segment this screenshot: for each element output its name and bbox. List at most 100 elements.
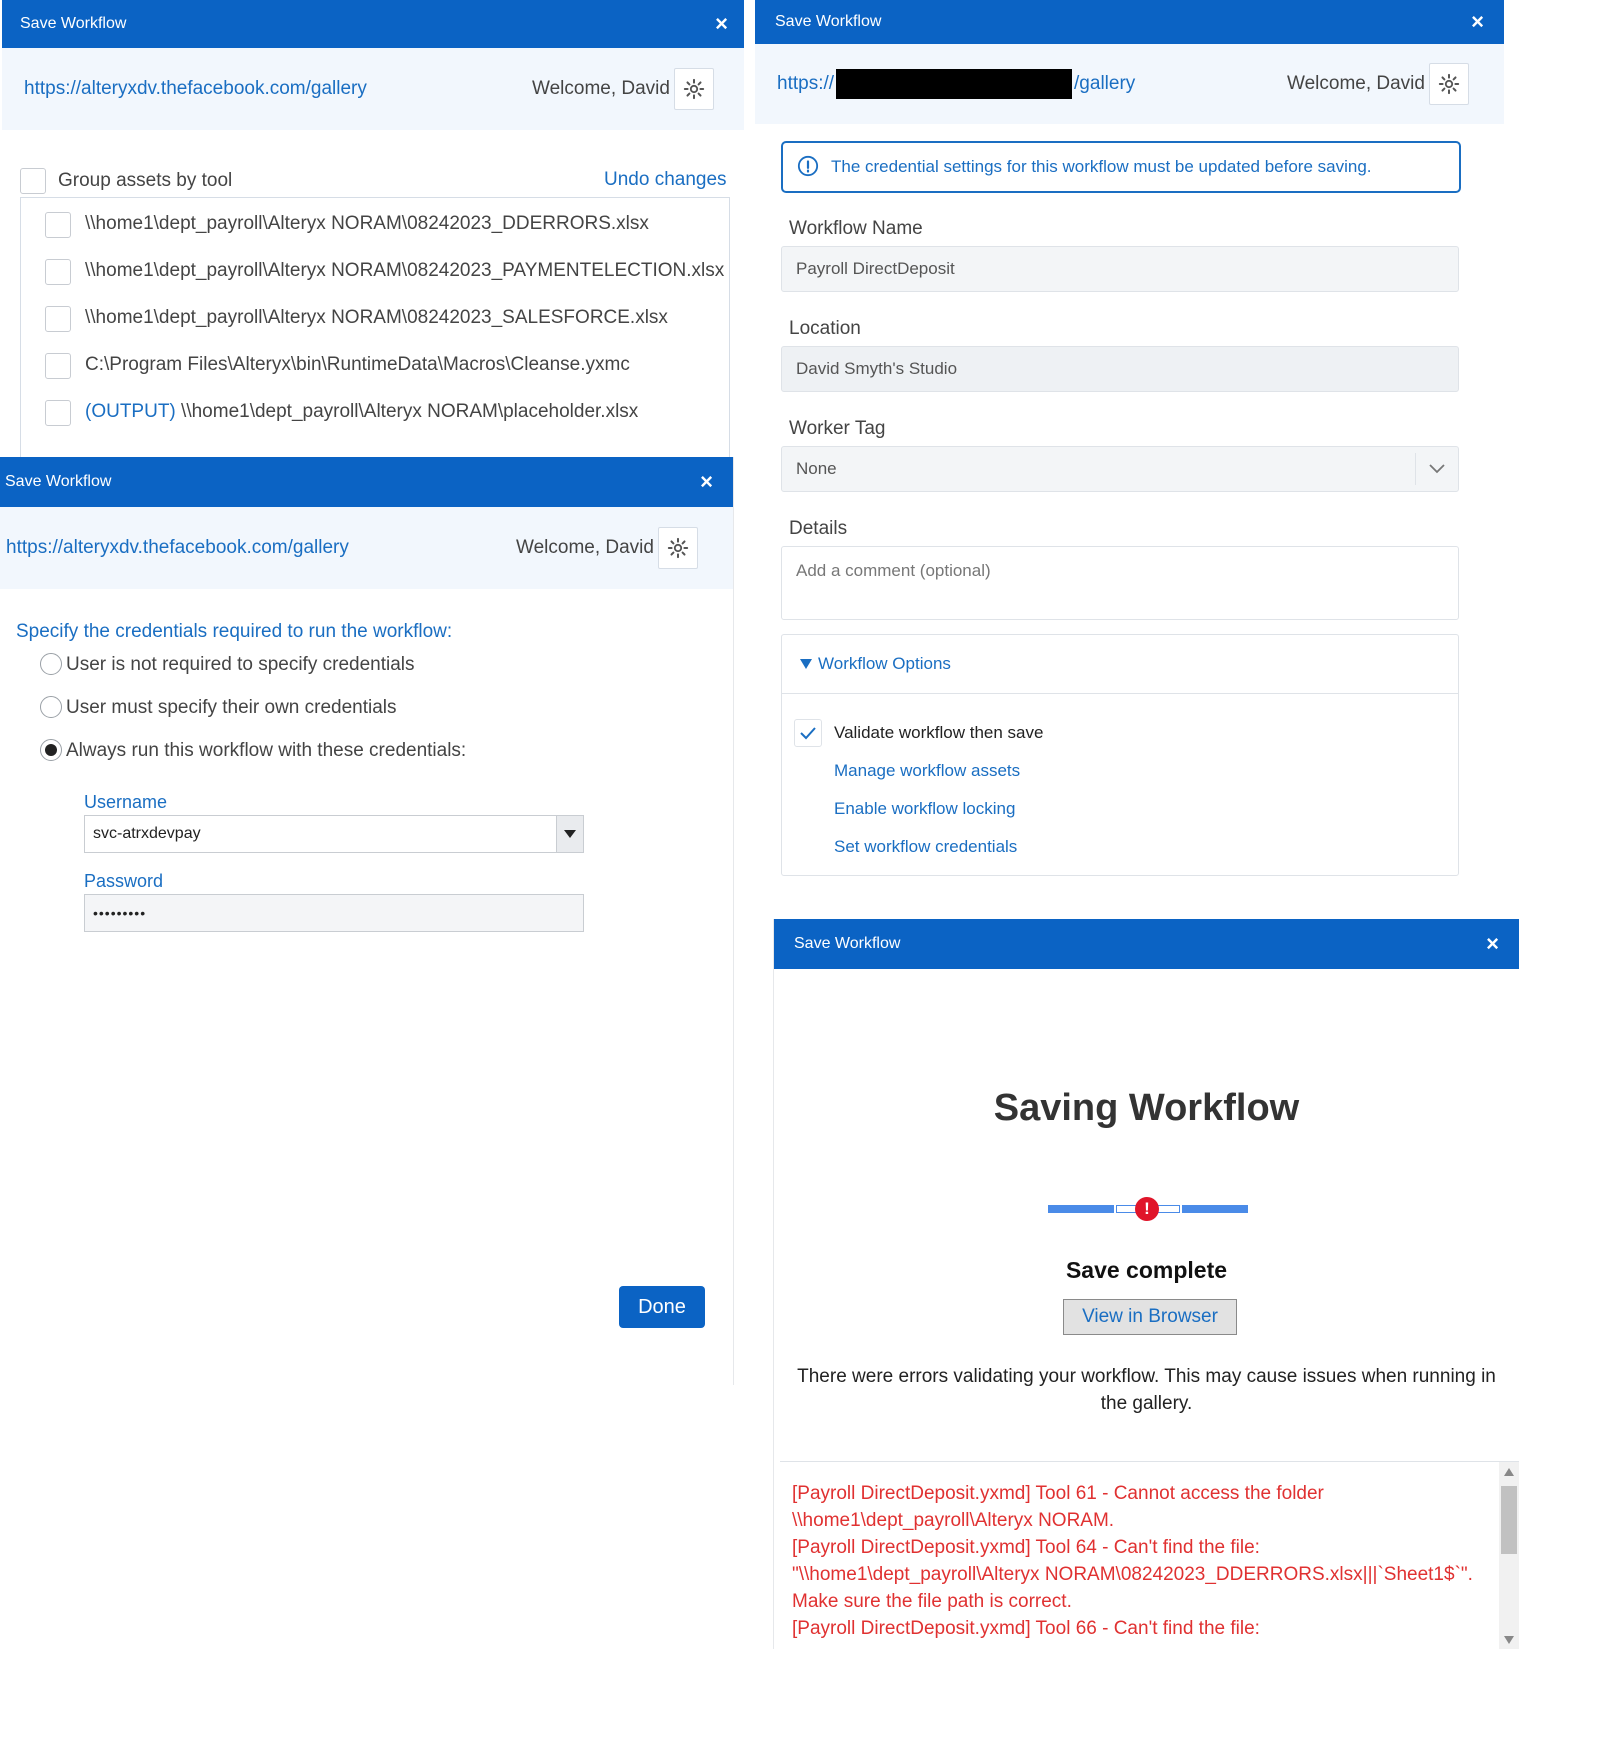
caret-down-icon xyxy=(564,830,576,838)
password-label: Password xyxy=(84,871,164,891)
gear-icon xyxy=(667,537,689,559)
username-value: svc-atrxdevpay xyxy=(93,825,201,842)
asset-list: \\home1\dept_payroll\Alteryx NORAM\08242… xyxy=(20,197,730,460)
asset-row: \\home1\dept_payroll\Alteryx NORAM\08242… xyxy=(21,251,729,291)
close-button[interactable]: × xyxy=(715,11,728,37)
radio-selected-dot xyxy=(45,744,57,756)
saving-dialog: Save Workflow × Saving Workflow ! Save c… xyxy=(773,919,1519,1649)
worker-tag-value: None xyxy=(796,459,837,478)
radio-no-credentials-label: User is not required to specify credenti… xyxy=(66,654,415,675)
url-start: https:// xyxy=(777,73,835,95)
worker-tag-dropdown[interactable] xyxy=(1415,453,1458,485)
asset-path: \\home1\dept_payroll\Alteryx NORAM\08242… xyxy=(85,213,649,234)
done-button[interactable]: Done xyxy=(619,1286,705,1328)
validate-label: Validate workflow then save xyxy=(834,723,1044,742)
progress-indicator: ! xyxy=(1048,1195,1248,1223)
title-bar: Save Workflow × xyxy=(755,0,1504,44)
details-placeholder: Add a comment (optional) xyxy=(796,561,991,580)
radio-always-credentials-label: Always run this workflow with these cred… xyxy=(66,740,467,761)
asset-path-text: \\home1\dept_payroll\Alteryx NORAM\place… xyxy=(175,401,639,422)
error-entry: [Payroll DirectDeposit.yxmd] Tool 61 - C… xyxy=(792,1483,1324,1531)
checkmark-icon xyxy=(800,727,816,740)
welcome-text: Welcome, David xyxy=(516,537,654,558)
gallery-header: https://alteryxdv.thefacebook.com/galler… xyxy=(0,507,733,589)
username-label: Username xyxy=(84,792,168,812)
dialog-title: Save Workflow xyxy=(794,935,901,952)
redacted-block xyxy=(836,69,1073,99)
radio-own-credentials-label: User must specify their own credentials xyxy=(66,697,397,718)
settings-button[interactable] xyxy=(658,527,698,569)
error-entry: [Payroll DirectDeposit.yxmd] Tool 64 - C… xyxy=(792,1537,1473,1612)
validation-message: There were errors validating your workfl… xyxy=(797,1366,1496,1414)
view-in-browser-button[interactable]: View in Browser xyxy=(1063,1299,1237,1335)
validate-checkbox[interactable] xyxy=(794,719,822,747)
group-assets-checkbox[interactable] xyxy=(20,168,46,194)
settings-button[interactable] xyxy=(674,68,714,110)
asset-row: \\home1\dept_payroll\Alteryx NORAM\08242… xyxy=(21,204,729,244)
asset-checkbox[interactable] xyxy=(45,259,71,285)
gear-icon xyxy=(683,78,705,100)
title-bar: Save Workflow × xyxy=(2,0,744,48)
dialog-title: Save Workflow xyxy=(20,15,127,32)
title-bar: Save Workflow × xyxy=(0,457,733,507)
workflow-name-value: Payroll DirectDeposit xyxy=(796,259,955,278)
credential-alert: The credential settings for this workflo… xyxy=(781,141,1461,193)
radio-always-credentials[interactable] xyxy=(40,739,62,761)
set-credentials-link[interactable]: Set workflow credentials xyxy=(834,837,1017,857)
radio-no-credentials[interactable] xyxy=(40,653,62,675)
asset-path: C:\Program Files\Alteryx\bin\RuntimeData… xyxy=(85,354,630,375)
workflow-options-header[interactable]: Workflow Options xyxy=(782,635,1458,694)
password-value: ••••••••• xyxy=(93,905,147,921)
scrollbar-thumb[interactable] xyxy=(1501,1486,1517,1554)
close-button[interactable]: × xyxy=(700,469,713,495)
dropdown-arrow-button[interactable] xyxy=(556,816,583,852)
group-assets-label: Group assets by tool xyxy=(58,170,233,191)
location-label: Location xyxy=(789,318,861,339)
credentials-prompt: Specify the credentials required to run … xyxy=(16,621,453,642)
asset-path: (OUTPUT) \\home1\dept_payroll\Alteryx NO… xyxy=(85,401,638,423)
asset-path: \\home1\dept_payroll\Alteryx NORAM\08242… xyxy=(85,260,725,281)
close-button[interactable]: × xyxy=(1486,931,1499,957)
gallery-url[interactable]: https:// /gallery xyxy=(777,69,1135,99)
gallery-header: https://alteryxdv.thefacebook.com/galler… xyxy=(2,48,744,130)
scrollbar[interactable] xyxy=(1499,1462,1519,1649)
radio-own-credentials[interactable] xyxy=(40,696,62,718)
progress-bar-left xyxy=(1048,1205,1114,1213)
location-input[interactable]: David Smyth's Studio xyxy=(781,346,1459,392)
save-status: Save complete xyxy=(1065,1257,1228,1283)
welcome-text: Welcome, David xyxy=(1287,73,1425,94)
assets-dialog: Save Workflow × https://alteryxdv.thefac… xyxy=(2,0,744,460)
close-button[interactable]: × xyxy=(1471,9,1484,35)
dialog-title: Save Workflow xyxy=(775,13,882,30)
error-icon: ! xyxy=(1135,1197,1159,1221)
gallery-url[interactable]: https://alteryxdv.thefacebook.com/galler… xyxy=(6,537,349,559)
asset-row: (OUTPUT) \\home1\dept_payroll\Alteryx NO… xyxy=(21,392,729,432)
asset-checkbox[interactable] xyxy=(45,400,71,426)
worker-tag-select[interactable]: None xyxy=(781,446,1459,492)
gallery-header: https:// /gallery Welcome, David xyxy=(755,44,1504,124)
manage-assets-link[interactable]: Manage workflow assets xyxy=(834,761,1020,781)
progress-bar-right xyxy=(1182,1205,1248,1213)
save-form-dialog: Save Workflow × https:// /gallery Welcome… xyxy=(755,0,1504,900)
asset-checkbox[interactable] xyxy=(45,306,71,332)
details-textarea[interactable]: Add a comment (optional) xyxy=(781,546,1459,620)
asset-checkbox[interactable] xyxy=(45,212,71,238)
credentials-dialog: Save Workflow × https://alteryxdv.thefac… xyxy=(0,457,734,1385)
details-label: Details xyxy=(789,518,848,539)
asset-checkbox[interactable] xyxy=(45,353,71,379)
scroll-up-icon[interactable] xyxy=(1504,1468,1514,1476)
gear-icon xyxy=(1438,73,1460,95)
username-select[interactable]: svc-atrxdevpay xyxy=(84,815,584,853)
error-log: [Payroll DirectDeposit.yxmd] Tool 61 - C… xyxy=(780,1461,1519,1649)
scroll-down-icon[interactable] xyxy=(1504,1636,1514,1644)
welcome-text: Welcome, David xyxy=(532,78,670,99)
undo-changes-link[interactable]: Undo changes xyxy=(604,169,727,191)
workflow-name-input[interactable]: Payroll DirectDeposit xyxy=(781,246,1459,292)
password-field[interactable]: ••••••••• xyxy=(84,894,584,932)
enable-locking-link[interactable]: Enable workflow locking xyxy=(834,799,1015,819)
settings-button[interactable] xyxy=(1429,63,1469,105)
chevron-down-icon xyxy=(1429,464,1445,474)
asset-row: C:\Program Files\Alteryx\bin\RuntimeData… xyxy=(21,345,729,385)
error-entry: [Payroll DirectDeposit.yxmd] Tool 66 - C… xyxy=(792,1618,1260,1639)
gallery-url[interactable]: https://alteryxdv.thefacebook.com/galler… xyxy=(24,78,367,100)
